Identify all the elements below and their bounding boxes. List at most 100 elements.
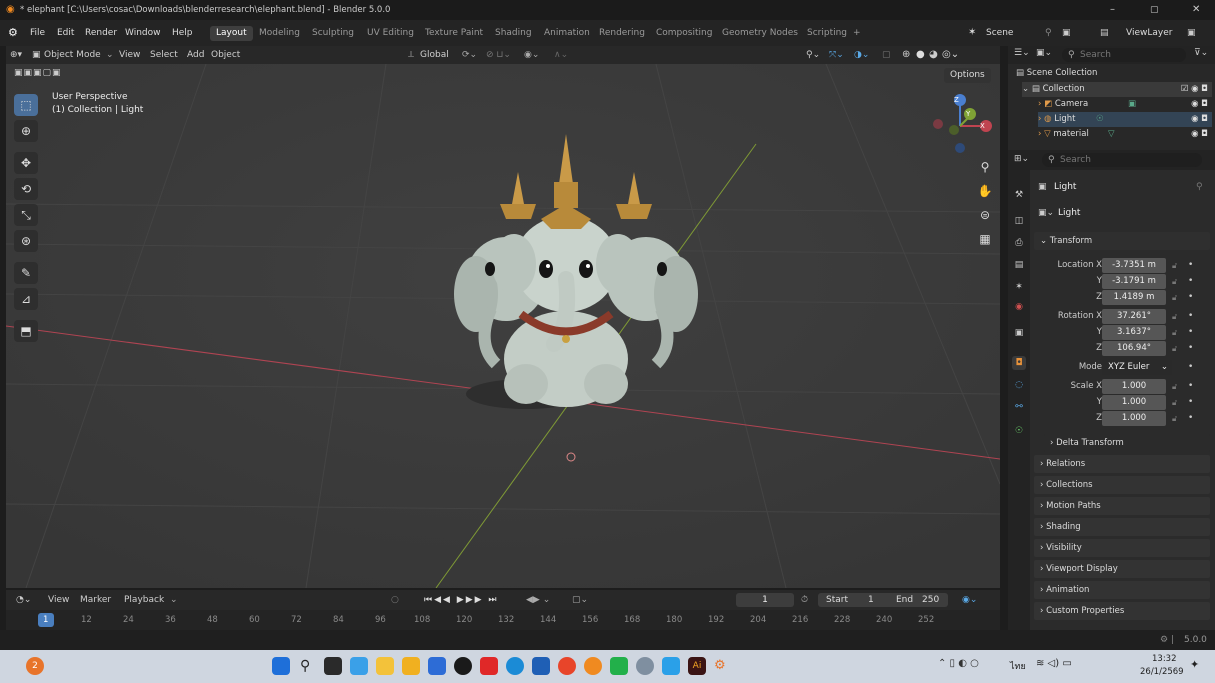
custom-properties-panel[interactable]: › Custom Properties — [1034, 602, 1210, 620]
minimize-button[interactable]: – — [1110, 0, 1115, 20]
zoom-icon[interactable]: ⚲ — [976, 158, 994, 176]
timeline-frames[interactable]: 1 12 24 36 48 60 72 84 96 108 120 132 14… — [6, 610, 1000, 630]
lock-icon[interactable]: 🔓︎ — [1172, 274, 1177, 289]
menu-window[interactable]: Window — [125, 20, 161, 46]
lock-icon[interactable]: 🔓︎ — [1172, 395, 1177, 410]
rotation-z-field[interactable]: 106.94° — [1102, 341, 1166, 356]
transform-tool-icon[interactable]: ⊛ — [14, 230, 38, 252]
tab-texture-paint[interactable]: Texture Paint — [419, 26, 489, 41]
end-frame-field[interactable]: End 250 — [890, 593, 948, 607]
clock-date[interactable]: 26/1/2569 — [1140, 667, 1184, 677]
editor-type-icon[interactable]: ⊕▾ — [10, 46, 22, 64]
xray-toggle-icon[interactable]: ▢ — [882, 46, 891, 64]
visibility-panel[interactable]: › Visibility — [1034, 539, 1210, 557]
chrome-icon[interactable] — [558, 657, 576, 675]
keyframe-dot-icon[interactable]: • — [1188, 411, 1193, 426]
autokey-icon[interactable]: ▢⌄ — [572, 590, 588, 610]
menu-render[interactable]: Render — [85, 20, 117, 46]
scale-x-field[interactable]: 1.000 — [1102, 379, 1166, 394]
data-type-icon[interactable]: ▣⌄ — [1038, 208, 1054, 218]
lock-icon[interactable]: 🔓︎ — [1172, 309, 1177, 324]
chrome-canary-icon[interactable] — [584, 657, 602, 675]
solid-shading-icon[interactable]: ● — [916, 46, 925, 64]
viewport-menu-select[interactable]: Select — [150, 46, 178, 64]
wifi-volume-battery-icons[interactable]: ≋ ◁) ▭ — [1036, 658, 1072, 669]
clock-time[interactable]: 13:32 — [1152, 654, 1177, 664]
add-cube-tool-icon[interactable]: ⬒ — [14, 320, 38, 342]
outliner-row[interactable]: › ▽ material ▽ ◉ ◘ — [1038, 127, 1212, 142]
tab-animation[interactable]: Animation — [538, 26, 596, 41]
outliner-row[interactable]: › ◍ Light ☉ ◉ ◘ — [1038, 112, 1212, 127]
tab-rendering[interactable]: Rendering — [593, 26, 651, 41]
blender-menu-icon[interactable]: ⚙ — [8, 20, 18, 46]
orientation-selector[interactable]: Global — [420, 46, 449, 64]
output-tab-icon[interactable]: ⎙ — [1012, 236, 1026, 250]
move-tool-icon[interactable]: ✥ — [14, 152, 38, 174]
viewport-display-panel[interactable]: › Viewport Display — [1034, 560, 1210, 578]
render-tab-icon[interactable]: ◫ — [1012, 214, 1026, 228]
copilot-icon[interactable] — [350, 657, 368, 675]
pin-icon[interactable]: ⚲ — [1045, 20, 1052, 46]
maximize-button[interactable]: ▢ — [1150, 0, 1159, 20]
keyframe-dot-icon[interactable]: • — [1188, 341, 1193, 356]
keyframe-dot-icon[interactable]: • — [1188, 395, 1193, 410]
lock-icon[interactable]: 🔓︎ — [1172, 379, 1177, 394]
visibility-icons[interactable]: ◉ ◘ — [1191, 112, 1208, 127]
tab-layout[interactable]: Layout — [210, 26, 253, 41]
options-dropdown[interactable]: Options — [944, 68, 991, 83]
scale-y-field[interactable]: 1.000 — [1102, 395, 1166, 410]
new-scene-icon[interactable]: ▣ — [1062, 20, 1071, 46]
blender-taskbar-icon[interactable]: ⚙ — [714, 657, 732, 675]
delta-transform-panel[interactable]: › Delta Transform — [1044, 434, 1210, 452]
file-explorer-icon[interactable] — [402, 657, 420, 675]
cursor-tool-icon[interactable]: ⊕ — [14, 120, 38, 142]
rendered-shading-icon[interactable]: ◎⌄ — [942, 46, 959, 64]
timeline-menu-playback[interactable]: Playback — [124, 590, 164, 610]
task-view-icon[interactable] — [324, 657, 342, 675]
physics-tab-icon[interactable]: ◌ — [1012, 378, 1026, 392]
keyframe-dot-icon[interactable]: • — [1188, 325, 1193, 340]
collection-tab-icon[interactable]: ▣ — [1012, 326, 1026, 340]
playback-controls[interactable]: ⏮◀◀ ▶▶▶ ⏭ — [424, 590, 499, 610]
viewport-menu-view[interactable]: View — [119, 46, 140, 64]
app-icon[interactable] — [662, 657, 680, 675]
input-language[interactable]: ไทย — [1010, 659, 1026, 673]
transform-panel-header[interactable]: ⌄ Transform — [1034, 232, 1210, 250]
shading-panel[interactable]: › Shading — [1034, 518, 1210, 536]
notification-badge-icon[interactable]: 2 — [26, 657, 44, 675]
tool-tab-icon[interactable]: ⚒ — [1012, 188, 1026, 202]
close-button[interactable]: ✕ — [1192, 0, 1200, 20]
timeline-menu-view[interactable]: View — [48, 590, 69, 610]
rotation-mode-select[interactable]: XYZ Euler ⌄ — [1102, 360, 1172, 375]
properties-editor-icon[interactable]: ⊞⌄ — [1014, 154, 1029, 164]
keyframe-dot-icon[interactable]: • — [1188, 379, 1193, 394]
3d-viewport[interactable]: Z X Y ▣▣▣▢▣ User Perspective (1) Collect… — [6, 64, 1000, 588]
outliner-row[interactable]: ⌄ ▤ Collection ☑ ◉ ◘ — [1022, 82, 1212, 97]
rotation-x-field[interactable]: 37.261° — [1102, 309, 1166, 324]
keyframe-nav-icon[interactable]: ◀▶ ⌄ — [526, 590, 550, 610]
mode-selector[interactable]: Object Mode — [44, 46, 101, 64]
keyframe-dot-icon[interactable]: • — [1188, 309, 1193, 324]
viewport-menu-object[interactable]: Object — [211, 46, 240, 64]
new-viewlayer-icon[interactable]: ▣ — [1187, 20, 1196, 46]
motion-paths-panel[interactable]: › Motion Paths — [1034, 497, 1210, 515]
menu-file[interactable]: File — [30, 20, 45, 46]
proportional-edit-icon[interactable]: ◉⌄ — [524, 46, 539, 64]
gizmo-toggle-icon[interactable]: ⤧⌄ — [829, 46, 844, 64]
view-layer-tab-icon[interactable]: ▤ — [1012, 258, 1026, 272]
start-menu-icon[interactable] — [272, 657, 290, 675]
illustrator-icon[interactable]: Ai — [688, 657, 706, 675]
menu-help[interactable]: Help — [172, 20, 193, 46]
lock-icon[interactable]: 🔓︎ — [1172, 258, 1177, 273]
measure-tool-icon[interactable]: ⊿ — [14, 288, 38, 310]
visibility-icons[interactable]: ◉ ◘ — [1191, 127, 1208, 142]
visibility-icons[interactable]: ☑ ◉ ◘ — [1181, 82, 1208, 97]
outliner-row[interactable]: ▤ Scene Collection — [1016, 66, 1097, 81]
tab-shading[interactable]: Shading — [489, 26, 538, 41]
app-icon[interactable] — [428, 657, 446, 675]
line-icon[interactable] — [610, 657, 628, 675]
location-z-field[interactable]: 1.4189 m — [1102, 290, 1166, 305]
scale-z-field[interactable]: 1.000 — [1102, 411, 1166, 426]
world-tab-icon[interactable]: ◉ — [1012, 300, 1026, 314]
overlay-toggle-icon[interactable]: ◑⌄ — [854, 46, 869, 64]
